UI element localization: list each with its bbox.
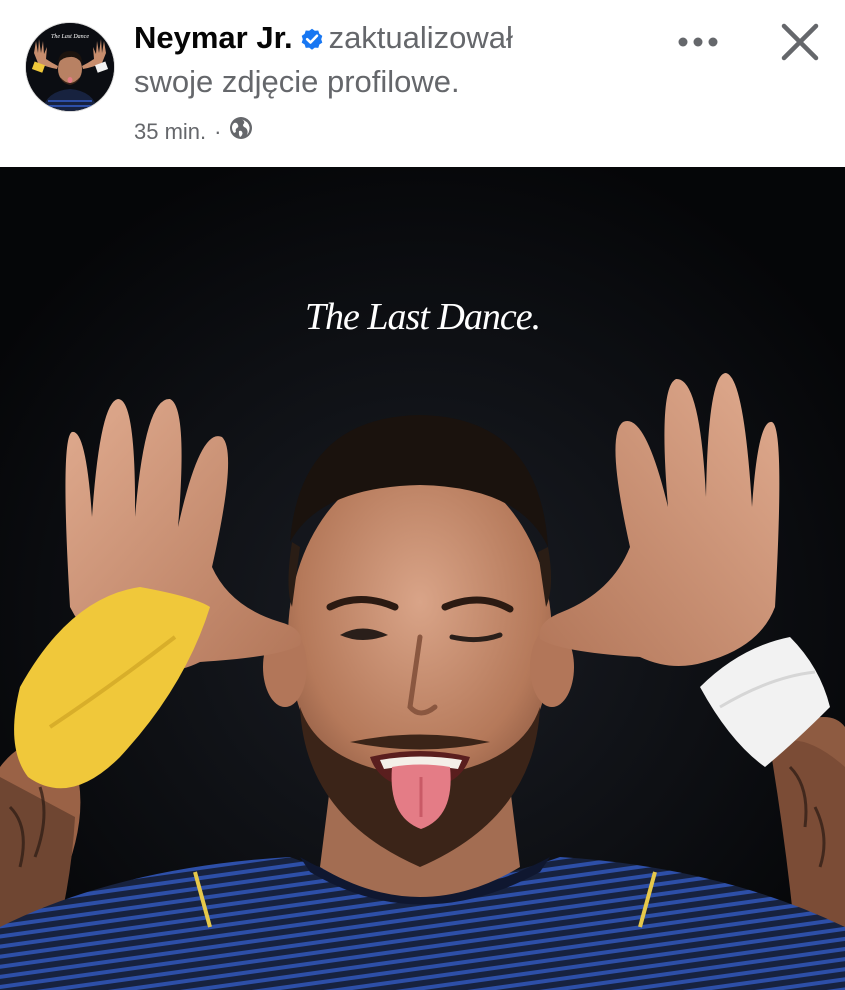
header-line-1: Neymar Jr. zaktualizował (134, 18, 654, 62)
globe-icon[interactable] (229, 116, 253, 147)
close-icon (781, 23, 819, 61)
profile-photo-image (0, 167, 845, 990)
more-options-button[interactable] (670, 20, 726, 64)
action-text-line-2: swoje zdjęcie profilowe. (134, 64, 460, 99)
post-header-text: Neymar Jr. zaktualizował swoje zdjęcie pr… (134, 18, 654, 147)
more-options-icon (678, 37, 718, 47)
meta-separator: · (214, 118, 222, 144)
profile-photo[interactable]: The Last Dance. (0, 167, 845, 990)
action-text: zaktualizował (328, 20, 513, 55)
avatar-image: The Last Dance (26, 23, 114, 111)
post-meta: 35 min. · (134, 116, 654, 147)
profile-photo-update-post: The Last Dance Neymar Jr. zaktualizował (0, 0, 845, 990)
post-timestamp[interactable]: 35 min. (134, 118, 206, 146)
avatar-caption: The Last Dance (51, 34, 89, 40)
photo-caption: The Last Dance. (304, 296, 541, 338)
author-avatar[interactable]: The Last Dance (25, 22, 115, 112)
close-button[interactable] (770, 16, 830, 68)
author-name-link[interactable]: Neymar Jr. (134, 20, 293, 55)
post-header: The Last Dance Neymar Jr. zaktualizował (0, 0, 845, 167)
verified-badge-icon (299, 22, 325, 62)
